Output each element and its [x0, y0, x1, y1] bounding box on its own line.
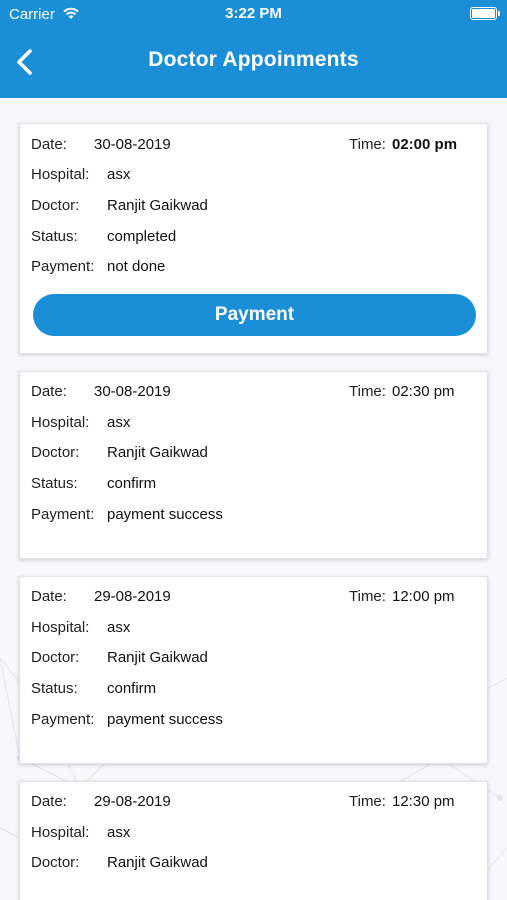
- doctor-label: Doctor:: [31, 197, 80, 214]
- time-value: 02:00 pm: [392, 136, 458, 153]
- date-value: 29-08-2019: [94, 793, 171, 810]
- payment-value: payment success: [107, 711, 223, 728]
- payment-label: Payment:: [31, 506, 95, 523]
- doctor-label: Doctor:: [31, 444, 80, 461]
- page-title: Doctor Appoinments: [148, 48, 359, 71]
- doctor-value: Ranjit Gaikwad: [107, 444, 208, 461]
- status-label: Status:: [31, 475, 78, 492]
- hospital-value: asx: [107, 414, 131, 431]
- doctor-label: Doctor:: [31, 854, 80, 871]
- date-value: 30-08-2019: [94, 136, 171, 153]
- appointment-card: Date: 30-08-2019 Time: 02:00 pm Hospital…: [19, 123, 488, 354]
- payment-label: Payment:: [31, 711, 95, 728]
- doctor-value: Ranjit Gaikwad: [107, 649, 208, 666]
- time-value: 12:00 pm: [392, 588, 455, 605]
- app-header: Carrier 3:22 PM Doctor Appoinments: [0, 0, 507, 98]
- date-label: Date:: [31, 383, 67, 400]
- status-value: completed: [107, 228, 177, 245]
- status-label: Status:: [31, 228, 78, 245]
- appointment-card: Date: 30-08-2019 Time: 02:30 pm Hospital…: [19, 371, 488, 559]
- status-bar: Carrier 3:22 PM: [0, 0, 507, 30]
- date-value: 30-08-2019: [94, 383, 171, 400]
- date-label: Date:: [31, 136, 67, 153]
- doctor-value: Ranjit Gaikwad: [107, 197, 208, 214]
- status-value: confirm: [107, 680, 157, 697]
- status-time: 3:22 PM: [225, 5, 282, 22]
- hospital-label: Hospital:: [31, 619, 90, 636]
- appointment-card: Date: 29-08-2019 Time: 12:30 pm Hospital…: [19, 781, 488, 900]
- time-value: 12:30 pm: [392, 793, 455, 810]
- hospital-label: Hospital:: [31, 824, 90, 841]
- battery-icon: [470, 7, 500, 20]
- hospital-label: Hospital:: [31, 414, 90, 431]
- hospital-value: asx: [107, 166, 131, 183]
- doctor-label: Doctor:: [31, 649, 80, 666]
- time-label: Time:: [349, 136, 386, 153]
- hospital-value: asx: [107, 824, 131, 841]
- payment-button[interactable]: Payment: [33, 294, 476, 336]
- doctor-value: Ranjit Gaikwad: [107, 854, 208, 871]
- time-value: 02:30 pm: [392, 383, 455, 400]
- time-label: Time:: [349, 793, 386, 810]
- time-label: Time:: [349, 588, 386, 605]
- status-label: Status:: [31, 680, 78, 697]
- time-label: Time:: [349, 383, 386, 400]
- payment-label: Payment:: [31, 258, 95, 275]
- status-value: confirm: [107, 475, 157, 492]
- date-value: 29-08-2019: [94, 588, 171, 605]
- date-label: Date:: [31, 588, 67, 605]
- payment-value: not done: [107, 258, 166, 275]
- payment-value: payment success: [107, 506, 223, 523]
- hospital-value: asx: [107, 619, 131, 636]
- hospital-label: Hospital:: [31, 166, 90, 183]
- appointment-card: Date: 29-08-2019 Time: 12:00 pm Hospital…: [19, 576, 488, 764]
- date-label: Date:: [31, 793, 67, 810]
